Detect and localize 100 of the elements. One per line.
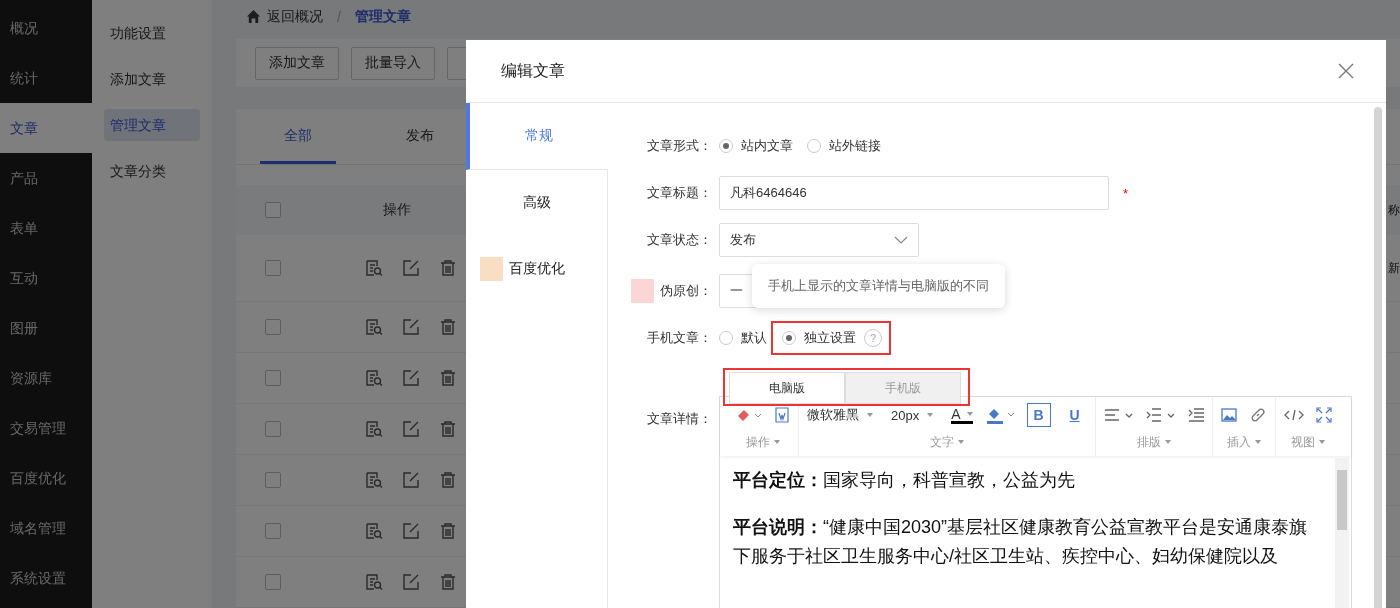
checkbox[interactable] <box>265 260 281 276</box>
required-mark: * <box>1123 185 1129 201</box>
edit-icon[interactable] <box>402 369 420 387</box>
checkbox[interactable] <box>265 421 281 437</box>
breadcrumb-separator: / <box>337 8 341 25</box>
radio-option[interactable]: 默认 <box>719 329 767 347</box>
field-label: 文章标题： <box>646 184 712 202</box>
checkbox[interactable] <box>265 574 281 590</box>
field-label: 文章详情： <box>646 410 712 428</box>
sidebar-item[interactable]: 统计 <box>0 53 92 103</box>
preview-icon[interactable] <box>365 522 383 540</box>
format-button[interactable]: B <box>1026 403 1051 428</box>
document-icon[interactable] <box>774 407 790 424</box>
delete-icon[interactable] <box>439 471 457 489</box>
sidebar-item[interactable]: 文章 <box>0 103 92 153</box>
submenu-item[interactable]: 添加文章 <box>104 56 200 102</box>
column-header: 操作 <box>383 201 411 219</box>
content-paragraph: 平台定位：国家导向，科普宣教，公益为先 <box>733 469 1076 492</box>
close-icon[interactable] <box>1338 63 1354 79</box>
fill-color-icon[interactable] <box>984 406 1015 425</box>
edit-icon[interactable] <box>402 259 420 277</box>
submenu-item[interactable]: 文章分类 <box>104 148 200 194</box>
field-label: 文章状态： <box>646 231 712 249</box>
checkbox[interactable] <box>265 523 281 539</box>
delete-icon[interactable] <box>439 369 457 387</box>
preview-icon[interactable] <box>365 369 383 387</box>
dropdown[interactable]: 微软雅黑 <box>807 406 873 425</box>
scrollbar[interactable] <box>1335 458 1349 608</box>
sidebar-item[interactable]: 概况 <box>0 3 92 53</box>
preview-icon[interactable] <box>365 420 383 438</box>
title-field[interactable]: 凡科6464646 <box>719 176 1109 210</box>
image-icon[interactable] <box>1220 407 1237 424</box>
content-paragraph: 平台说明：“健康中国2030”基层社区健康教育公益宣教平台是安通康泰旗下服务于社区卫生服务中心/社区卫生站、疾控中心、妇幼保健院以及 <box>733 516 1309 568</box>
field-label: 文章形式： <box>646 137 712 155</box>
status-select[interactable]: 发布 <box>719 223 919 257</box>
line-height-icon[interactable] <box>1145 407 1176 424</box>
edit-icon[interactable] <box>402 420 420 438</box>
preview-icon[interactable] <box>365 259 383 277</box>
column-header: 称 <box>1388 201 1400 219</box>
sidebar-item[interactable]: 百度优化 <box>0 453 92 503</box>
sidebar-item[interactable]: 图册 <box>0 303 92 353</box>
radio-option[interactable]: 独立设置 <box>782 329 856 347</box>
filter-tab[interactable]: 全部 <box>260 109 336 164</box>
dialog-tab[interactable]: 高级 <box>466 170 608 236</box>
indent-icon[interactable] <box>1187 407 1204 424</box>
delete-icon[interactable] <box>439 318 457 336</box>
blurred-icon <box>631 279 654 303</box>
toolbar-group-label[interactable]: 文字 <box>929 433 964 451</box>
sidebar-item[interactable]: 交易管理 <box>0 403 92 453</box>
sidebar-item[interactable]: 资源库 <box>0 353 92 403</box>
font-color-button[interactable]: A <box>951 406 973 424</box>
preview-icon[interactable] <box>365 471 383 489</box>
checkbox[interactable] <box>265 370 281 386</box>
radio-option[interactable]: 站内文章 <box>719 137 793 155</box>
edit-icon[interactable] <box>402 522 420 540</box>
filter-tab[interactable]: 发布 <box>382 109 458 164</box>
format-button[interactable]: U <box>1062 403 1087 428</box>
dropdown[interactable]: 20px <box>891 407 934 423</box>
sidebar-item[interactable]: 产品 <box>0 153 92 203</box>
dialog-title: 编辑文章 <box>501 60 565 81</box>
home-icon <box>246 9 261 25</box>
edit-icon[interactable] <box>402 318 420 336</box>
toolbar-group-label[interactable]: 插入 <box>1226 433 1261 451</box>
checkbox[interactable] <box>265 472 281 488</box>
delete-icon[interactable] <box>439 573 457 591</box>
toolbar-button[interactable]: 批量导入 <box>351 46 435 80</box>
checkbox[interactable] <box>265 319 281 335</box>
delete-icon[interactable] <box>439 522 457 540</box>
dialog-tab[interactable]: 百度优化 <box>466 236 608 302</box>
preview-icon[interactable] <box>365 573 383 591</box>
fullscreen-icon[interactable] <box>1315 407 1332 424</box>
delete-icon[interactable] <box>439 259 457 277</box>
toolbar-group-label[interactable]: 排版 <box>1136 433 1171 451</box>
delete-icon[interactable] <box>439 420 457 438</box>
checkbox[interactable] <box>265 202 281 218</box>
sidebar-item[interactable]: 域名管理 <box>0 503 92 553</box>
field-label: 手机文章： <box>646 329 712 347</box>
align-icon[interactable] <box>1103 407 1134 424</box>
toolbar-button[interactable]: 添加文章 <box>255 46 339 80</box>
breadcrumb-link[interactable]: 返回概况 <box>267 7 323 26</box>
radio-option[interactable]: 站外链接 <box>807 137 881 155</box>
eraser-icon[interactable] <box>736 407 762 424</box>
edit-icon[interactable] <box>402 573 420 591</box>
submenu-item[interactable]: 功能设置 <box>104 10 200 56</box>
dialog-tab[interactable]: 常规 <box>466 103 608 170</box>
edit-icon[interactable] <box>402 471 420 489</box>
breadcrumb-current: 管理文章 <box>354 7 411 26</box>
field-label: 伪原创： <box>660 282 712 300</box>
scrollbar[interactable] <box>1374 107 1382 608</box>
sidebar-item[interactable]: 系统设置 <box>0 553 92 603</box>
editor-tab[interactable]: 手机版 <box>845 372 961 404</box>
submenu-item[interactable]: 管理文章 <box>104 109 200 141</box>
toolbar-group-label[interactable]: 视图 <box>1290 433 1325 451</box>
sidebar-item[interactable]: 互动 <box>0 253 92 303</box>
chevron-icon <box>894 236 908 244</box>
editor-tab[interactable]: 电脑版 <box>729 372 845 404</box>
sidebar-item[interactable]: 表单 <box>0 203 92 253</box>
table-cell: 新 <box>1388 259 1400 277</box>
toolbar-group-label[interactable]: 操作 <box>746 433 780 451</box>
preview-icon[interactable] <box>365 318 383 336</box>
